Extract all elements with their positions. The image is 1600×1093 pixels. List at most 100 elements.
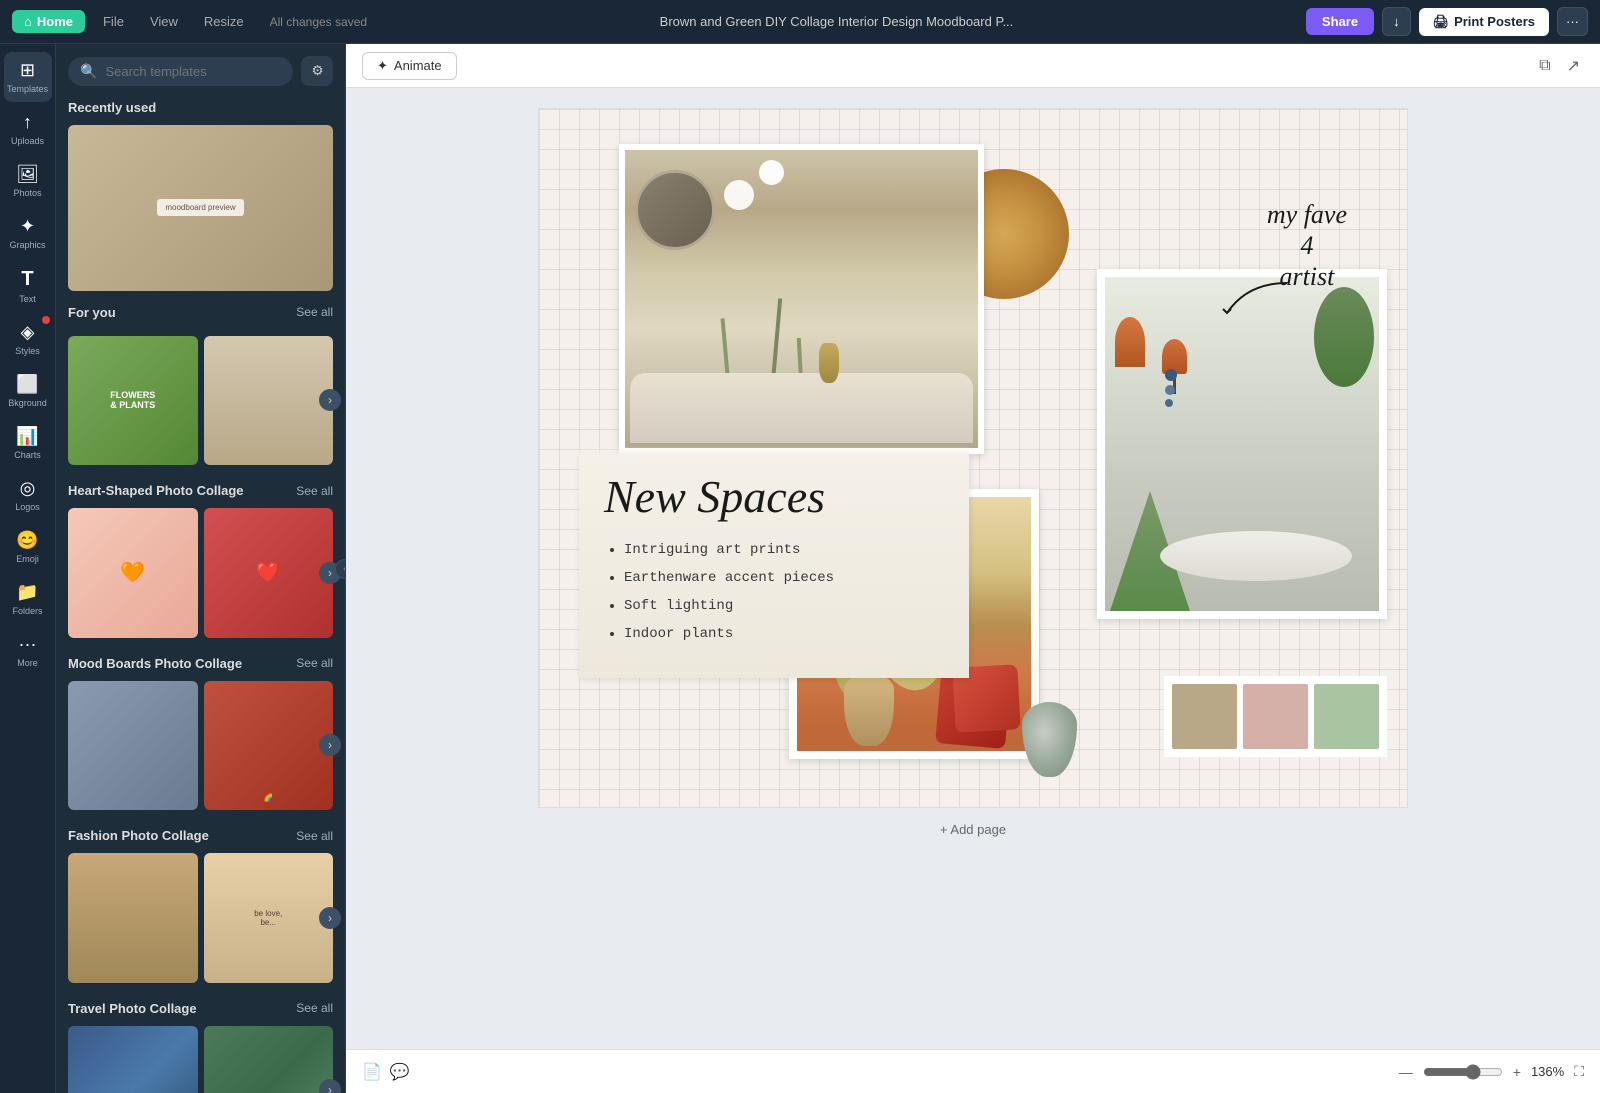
bottom-right-actions: — + 136% ⛶ [1399,1063,1584,1080]
sidebar-item-background[interactable]: ⬜ Bkground [4,366,52,416]
sidebar-item-more[interactable]: ··· More [4,626,52,676]
template-thumb-2[interactable] [204,336,334,466]
for-you-next-arrow[interactable]: › [319,389,341,411]
moodboard-canvas[interactable]: my fave4artist [538,108,1408,808]
bullet-item-4: Indoor plants [624,620,944,648]
sidebar-item-photos[interactable]: 🖼 Photos [4,156,52,206]
template-mood-2[interactable]: 🌈 [204,681,334,811]
travel-next-arrow[interactable]: › [319,1079,341,1093]
search-input[interactable] [105,64,281,79]
photos-icon-label: Photos [13,188,41,198]
mood-section-label: Mood Boards Photo Collage [68,656,242,671]
fashion-see-all[interactable]: See all [296,829,333,843]
template-heart-1[interactable]: 🧡 [68,508,198,638]
travel-grid: › [68,1026,333,1093]
copy-icon-button[interactable]: ⧉ [1535,53,1554,79]
text-icon-label: Text [19,294,36,304]
animate-button[interactable]: ✦ Animate [362,52,457,80]
sidebar-item-graphics[interactable]: ✦ Graphics [4,208,52,258]
styles-icon: ◈ [21,322,35,343]
more-icon-label: More [17,658,38,668]
for-you-label: For you [68,305,116,320]
mood-see-all[interactable]: See all [296,656,333,670]
sidebar-item-templates[interactable]: ⊞ Templates [4,52,52,102]
search-row: 🔍 ⚙ [68,56,333,86]
template-mood-1[interactable] [68,681,198,811]
templates-panel: 🔍 ⚙ Recently used moodboard preview For … [56,44,346,1093]
sidebar-item-styles[interactable]: ◈ Styles [4,314,52,364]
more-options-button[interactable]: ··· [1557,7,1588,36]
sidebar-item-logos[interactable]: ◎ Logos [4,470,52,520]
view-menu[interactable]: View [142,10,186,33]
animate-icon: ✦ [377,58,388,74]
template-travel-1[interactable] [68,1026,198,1093]
home-button[interactable]: ⌂ Home [12,10,85,33]
animate-bar: ✦ Animate ⧉ ↗ [346,44,1600,88]
templates-icon: ⊞ [20,60,35,81]
fullscreen-button[interactable]: ⛶ [1574,1063,1584,1080]
styles-notification-dot [42,316,50,324]
canvas-scroll[interactable]: my fave4artist [346,88,1600,1049]
fashion-section-header: Fashion Photo Collage See all [68,828,333,843]
for-you-grid: FLOWERS& PLANTS › [68,336,333,466]
background-icon-label: Bkground [8,398,47,408]
recently-used-header: Recently used [68,100,333,115]
bottom-left-actions: 📄 💬 [362,1062,410,1082]
flowers-photo-frame[interactable] [619,144,984,454]
share-button[interactable]: Share [1306,8,1374,35]
recently-used-label: Recently used [68,100,156,115]
zoom-plus-icon: + [1513,1064,1521,1080]
bottom-bar: 📄 💬 — + 136% ⛶ [346,1049,1600,1093]
travel-see-all[interactable]: See all [296,1001,333,1015]
fashion-section-label: Fashion Photo Collage [68,828,209,843]
heart-see-all[interactable]: See all [296,484,333,498]
recently-used-thumb[interactable]: moodboard preview [68,125,333,291]
top-bar: ⌂ Home File View Resize All changes save… [0,0,1600,44]
template-travel-2[interactable] [204,1026,334,1093]
template-heart-2[interactable]: ❤️ [204,508,334,638]
resize-menu[interactable]: Resize [196,10,252,33]
sidebar-item-emoji[interactable]: 😊 Emoji [4,522,52,572]
filter-button[interactable]: ⚙ [301,56,333,86]
emoji-icon-label: Emoji [16,554,39,564]
topbar-right-actions: Share ↓ 🖨 Print Posters ··· [1306,7,1588,36]
logos-icon: ◎ [20,478,36,499]
template-fashion-2[interactable]: be love,be... [204,853,334,983]
template-thumb-1[interactable]: FLOWERS& PLANTS [68,336,198,466]
text-card[interactable]: New Spaces Intriguing art prints Earthen… [579,454,969,678]
page-icon-button[interactable]: 📄 [362,1062,382,1082]
dot-decorations [1165,369,1177,407]
main-layout: ⊞ Templates ↑ Uploads 🖼 Photos ✦ Graphic… [0,44,1600,1093]
folders-icon: 📁 [16,582,38,603]
color-swatches [1164,676,1387,757]
arrow-decoration [1217,273,1297,323]
sidebar-item-uploads[interactable]: ↑ Uploads [4,104,52,154]
charts-icon: 📊 [16,426,38,447]
for-you-header: For you See all [68,305,333,320]
fashion-next-arrow[interactable]: › [319,907,341,929]
add-page-button[interactable]: + Add page [366,808,1580,851]
file-menu[interactable]: File [95,10,132,33]
sidebar-item-charts[interactable]: 📊 Charts [4,418,52,468]
template-fashion-1[interactable] [68,853,198,983]
sidebar-item-folders[interactable]: 📁 Folders [4,574,52,624]
zoom-minus-icon: — [1399,1064,1413,1080]
mood-next-arrow[interactable]: › [319,734,341,756]
zoom-slider[interactable] [1423,1064,1503,1080]
travel-section-label: Travel Photo Collage [68,1001,197,1016]
home-icon: ⌂ [24,14,32,29]
animate-label: Animate [394,58,442,73]
for-you-see-all[interactable]: See all [296,305,333,319]
link-icon-button[interactable]: ↗ [1563,52,1584,80]
comment-icon-button[interactable]: 💬 [390,1062,410,1082]
print-button[interactable]: 🖨 Print Posters [1419,8,1549,36]
document-title: Brown and Green DIY Collage Interior Des… [377,14,1296,29]
zoom-label: 136% [1531,1064,1564,1079]
canvas-area: ✦ Animate ⧉ ↗ [346,44,1600,1093]
sidebar-item-text[interactable]: T Text [4,260,52,312]
download-button[interactable]: ↓ [1382,7,1411,36]
new-spaces-text: New Spaces [604,474,944,520]
graphics-icon: ✦ [20,216,35,237]
search-icon: 🔍 [80,63,97,80]
swatch-blush [1243,684,1308,749]
